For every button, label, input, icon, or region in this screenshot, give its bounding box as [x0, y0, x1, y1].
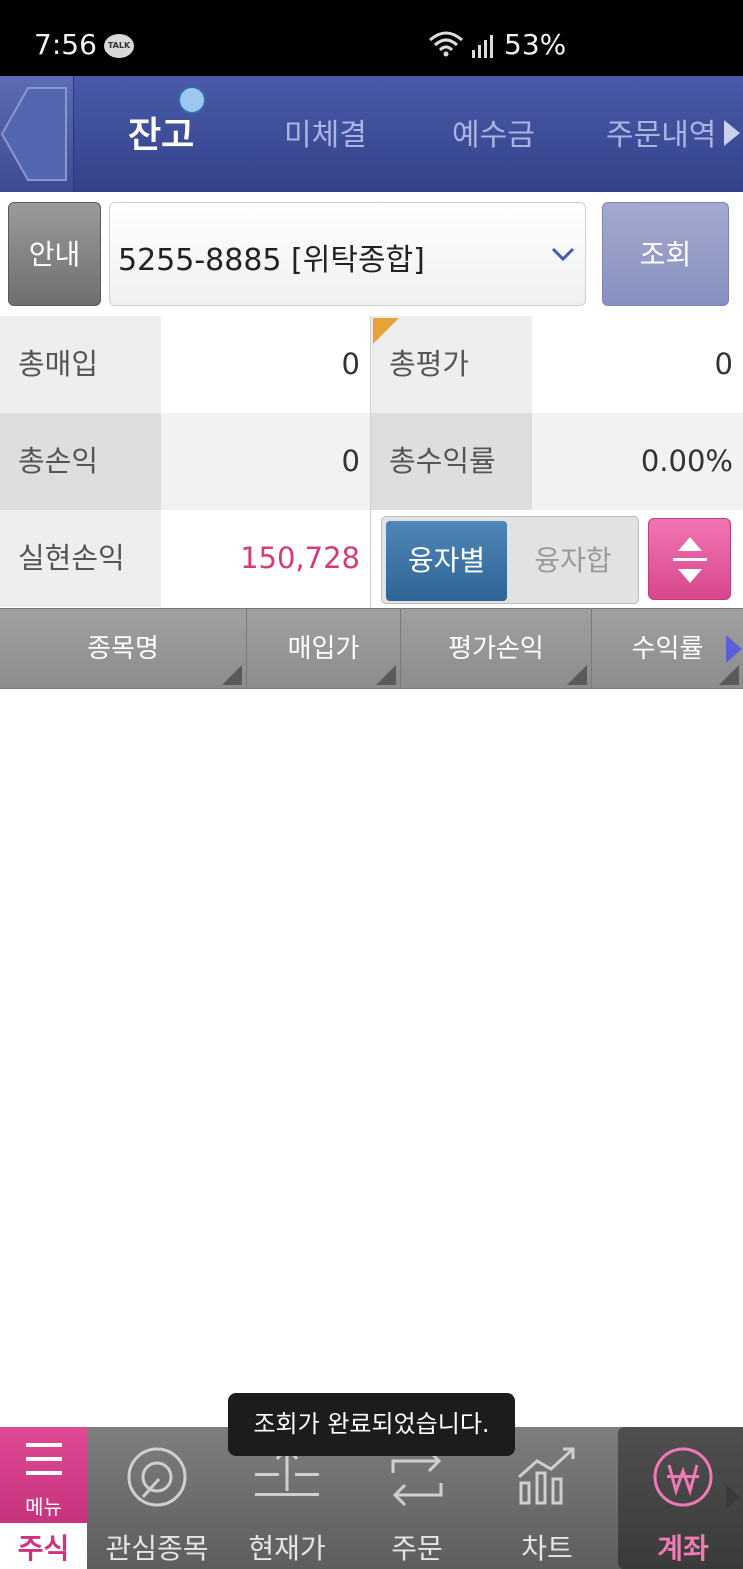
- expand-collapse-button[interactable]: [648, 518, 731, 600]
- col-stock-name[interactable]: 종목명: [0, 609, 247, 689]
- refresh-badge-icon: [178, 86, 206, 114]
- status-time: 7:56: [34, 28, 97, 61]
- toast-message: 조회가 완료되었습니다.: [228, 1393, 515, 1456]
- signal-icon: [472, 35, 493, 58]
- sort-icon: [567, 665, 587, 685]
- expand-collapse-icon: [673, 537, 707, 583]
- nav-order-label: 주문: [391, 1532, 443, 1565]
- chevron-down-icon: [551, 247, 575, 262]
- menu-button[interactable]: 메뉴 주식: [0, 1427, 87, 1569]
- query-button[interactable]: 조회: [602, 202, 729, 306]
- divider: [370, 316, 371, 608]
- col-stock-name-label: 종목명: [87, 634, 159, 664]
- wifi-icon: [429, 31, 463, 57]
- realized-pl-label: 실현손익: [0, 510, 161, 607]
- back-button[interactable]: [0, 76, 74, 192]
- hamburger-icon: [26, 1443, 62, 1475]
- balance-summary: 총매입 0 총평가 0 총손익 0 총수익률 0.00% 실현손익 150,72…: [0, 316, 743, 608]
- watchlist-icon: [127, 1447, 187, 1507]
- nav-account[interactable]: 계좌: [618, 1427, 743, 1569]
- chart-icon: [518, 1447, 575, 1505]
- sort-icon: [222, 665, 242, 685]
- holdings-column-header: 종목명 매입가 평가손익 수익률: [0, 608, 743, 689]
- battery-percent: 53%: [504, 28, 567, 61]
- tab-order-history[interactable]: 주문내역: [606, 110, 716, 154]
- total-purchase-value: 0: [161, 316, 370, 413]
- back-arrow-icon: [0, 87, 67, 181]
- menu-button-top: 메뉴: [0, 1427, 87, 1523]
- col-return-rate-label: 수익률: [631, 634, 704, 664]
- nav-scroll-right-icon[interactable]: [726, 1485, 740, 1509]
- account-row: 안내 5255-8885 [위탁종합] 조회: [0, 192, 743, 316]
- toggle-by-loan[interactable]: 융자별: [386, 521, 507, 601]
- col-return-rate[interactable]: 수익률: [592, 609, 743, 689]
- col-purchase-price-label: 매입가: [287, 634, 360, 664]
- col-eval-pl-label: 평가손익: [448, 634, 544, 664]
- tab-unfilled[interactable]: 미체결: [284, 110, 367, 154]
- realized-pl-value: 150,728: [161, 510, 370, 607]
- tab-scroll-right-icon[interactable]: [724, 120, 740, 146]
- top-tab-bar: 잔고 미체결 예수금 주문내역: [0, 76, 743, 192]
- nav-account-label: 계좌: [657, 1532, 709, 1565]
- guide-button[interactable]: 안내: [8, 202, 101, 306]
- total-pl-value: 0: [161, 413, 370, 510]
- holdings-list[interactable]: [0, 689, 743, 1427]
- menu-label: 메뉴: [25, 1495, 62, 1519]
- total-purchase-label: 총매입: [0, 316, 161, 413]
- nav-watchlist[interactable]: 관심종목: [92, 1427, 222, 1569]
- corner-marker-icon: [373, 318, 399, 344]
- col-eval-pl[interactable]: 평가손익: [401, 609, 592, 689]
- total-return-value: 0.00%: [532, 413, 743, 510]
- col-purchase-price[interactable]: 매입가: [247, 609, 401, 689]
- menu-category-stock[interactable]: 주식: [0, 1527, 87, 1567]
- total-eval-value: 0: [532, 316, 743, 413]
- toggle-loan-sum[interactable]: 융자합: [512, 521, 634, 601]
- sort-icon: [719, 665, 739, 685]
- account-number: 5255-8885 [위탁종합]: [118, 243, 425, 278]
- kakaotalk-icon: TALK: [104, 34, 134, 58]
- nav-current-price-label: 현재가: [248, 1532, 326, 1565]
- tab-deposit[interactable]: 예수금: [452, 110, 535, 154]
- tab-balance[interactable]: 잔고: [128, 106, 194, 158]
- total-return-label: 총수익률: [371, 413, 532, 510]
- loan-toggle: 융자별 융자합: [381, 516, 639, 604]
- nav-chart-label: 차트: [521, 1532, 573, 1565]
- account-won-icon: [653, 1447, 713, 1507]
- sort-icon: [376, 665, 396, 685]
- account-select[interactable]: 5255-8885 [위탁종합]: [109, 202, 586, 306]
- column-scroll-right-icon[interactable]: [726, 635, 742, 663]
- total-pl-label: 총손익: [0, 413, 161, 510]
- nav-watchlist-label: 관심종목: [105, 1532, 209, 1565]
- status-bar: 7:56 TALK 53%: [0, 0, 743, 76]
